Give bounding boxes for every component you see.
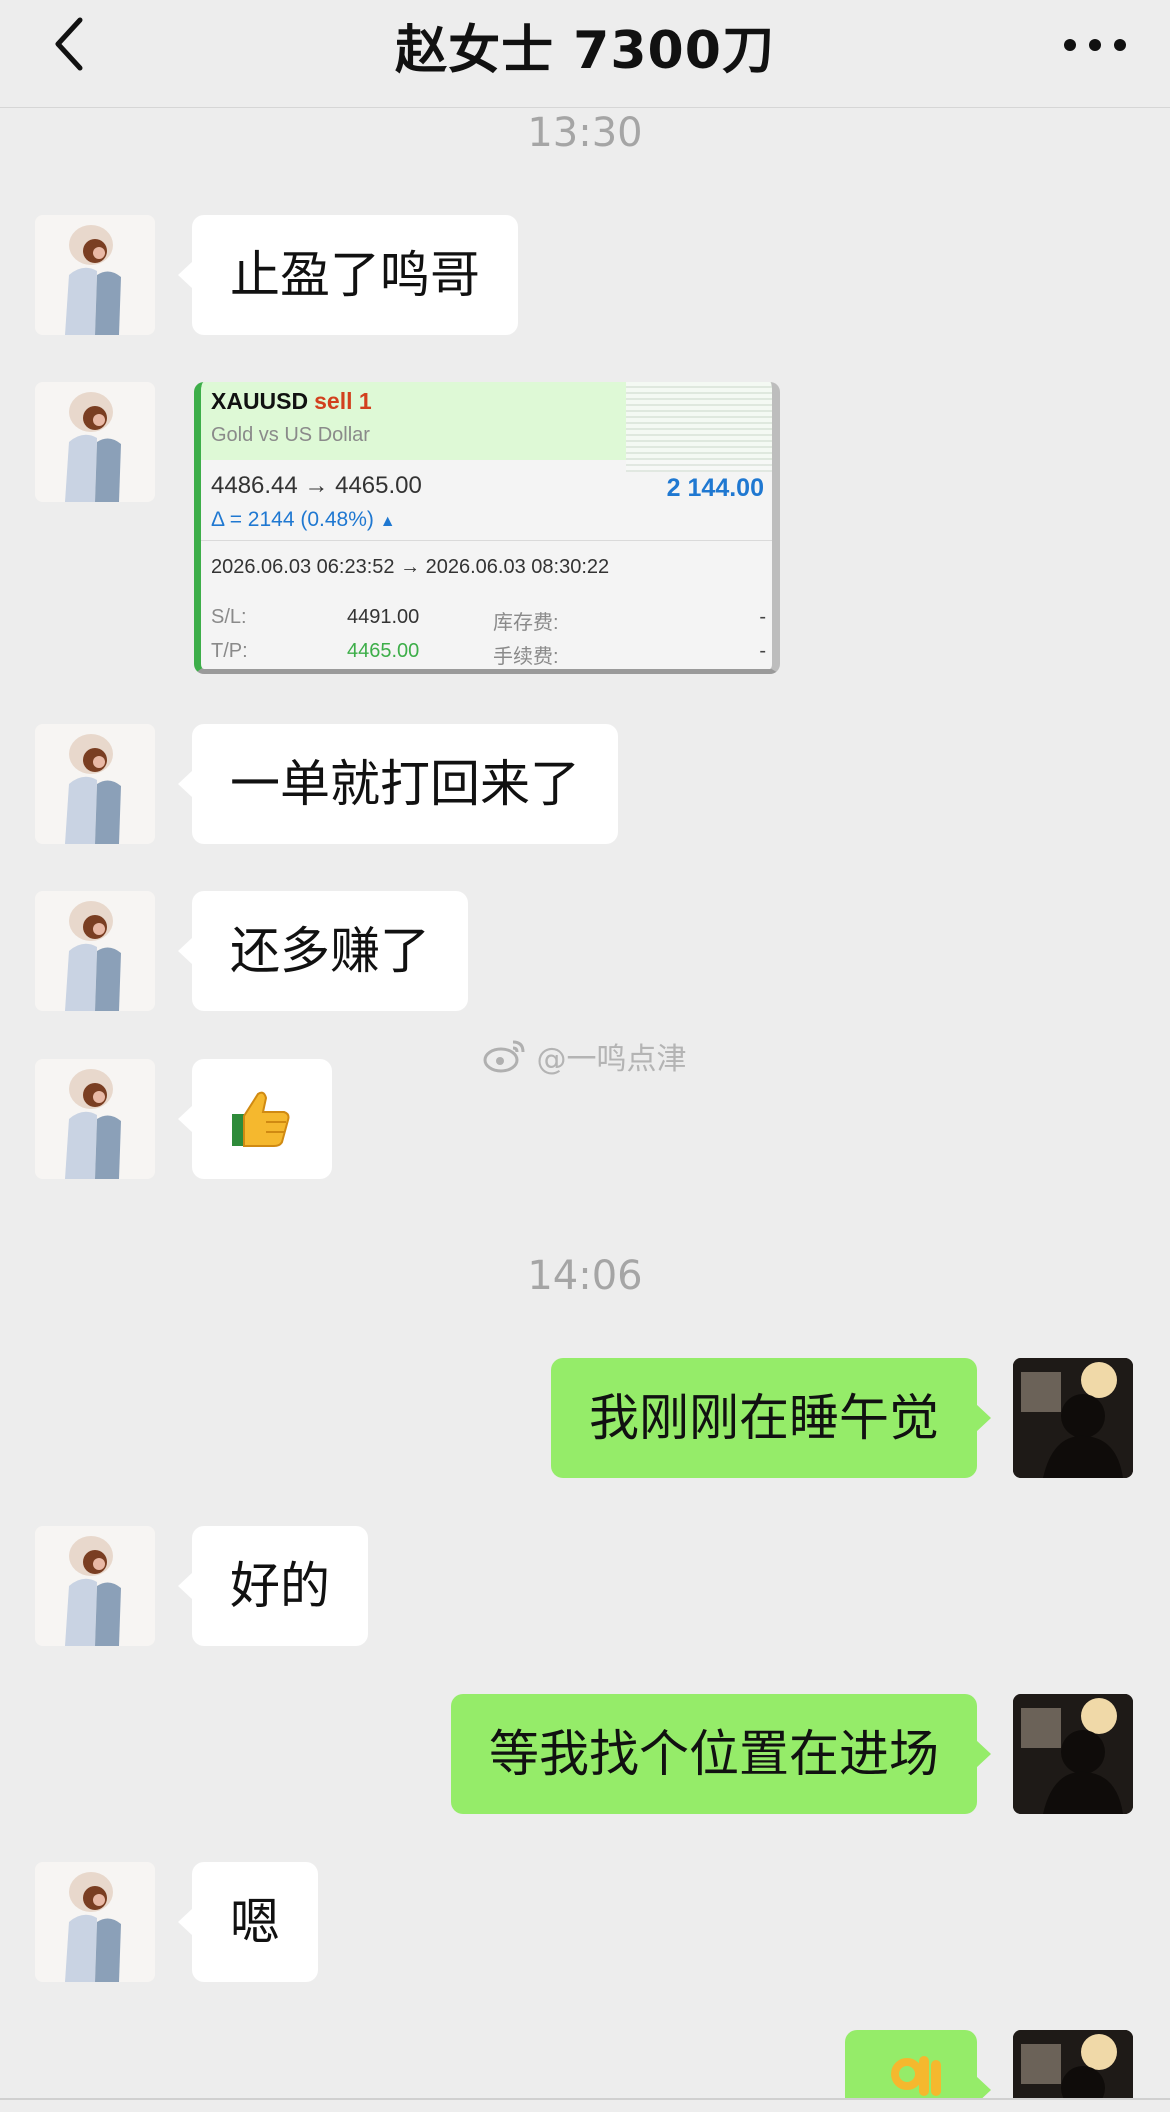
divider [201, 540, 772, 541]
trade-description: Gold vs US Dollar [211, 424, 370, 446]
message-row [0, 2030, 1170, 2098]
swap-value: - [759, 606, 766, 628]
user-avatar[interactable] [1013, 1358, 1133, 1478]
chat-title: 赵女士 7300刀 [395, 21, 775, 81]
person-avatar-icon [1013, 1694, 1133, 1814]
girl-avatar-icon [35, 891, 155, 1011]
message-bubble[interactable]: 等我找个位置在进场 [451, 1694, 991, 1814]
swap-label: 库存费: [493, 612, 559, 634]
contact-avatar[interactable] [35, 382, 155, 502]
timestamp: 13:30 [527, 110, 643, 156]
girl-avatar-icon [35, 1526, 155, 1646]
sl-value: 4491.00 [347, 606, 420, 628]
more-options-icon[interactable] [1060, 30, 1130, 60]
timestamp: 14:06 [527, 1253, 643, 1299]
contact-avatar[interactable] [35, 1526, 155, 1646]
sl-label: S/L: [211, 606, 247, 628]
trade-profit: 2 144.00 [666, 474, 764, 502]
message-bubble[interactable]: 一单就打回来了 [178, 724, 618, 844]
trade-symbol: XAUUSD sell 1 [211, 388, 372, 415]
trade-screenshot-image[interactable]: XAUUSD sell 1 Gold vs US Dollar 4486.44 →… [194, 382, 780, 674]
trade-time-range: 2026.06.03 06:23:52 → 2026.06.03 08:30:2… [211, 556, 610, 578]
trade-action: sell 1 [314, 388, 372, 414]
contact-avatar[interactable] [35, 1862, 155, 1982]
trade-delta: Δ = 2144 (0.48%) ▲ [211, 508, 396, 532]
girl-avatar-icon [35, 1862, 155, 1982]
trade-prices: 4486.44 → 4465.00 [211, 472, 422, 499]
girl-avatar-icon [35, 215, 155, 335]
weibo-icon [483, 1040, 525, 1073]
girl-avatar-icon [35, 382, 155, 502]
chevron-up-icon: ▲ [379, 513, 396, 530]
emoji-bubble[interactable] [178, 1059, 332, 1179]
blurred-region [626, 382, 772, 472]
contact-avatar[interactable] [35, 891, 155, 1011]
message-bubble[interactable]: 止盈了鸣哥 [178, 215, 518, 335]
chat-header: 赵女士 7300刀 [0, 0, 1170, 108]
emoji-bubble[interactable] [845, 2030, 991, 2098]
girl-avatar-icon [35, 724, 155, 844]
message-bubble[interactable]: 嗯 [178, 1862, 318, 1982]
message-bubble[interactable]: 好的 [178, 1526, 368, 1646]
input-bar-divider [0, 2098, 1170, 2100]
user-avatar[interactable] [1013, 1694, 1133, 1814]
message-bubble[interactable]: 还多赚了 [178, 891, 468, 1011]
symbol-text: XAUUSD [211, 388, 309, 414]
contact-avatar[interactable] [35, 724, 155, 844]
person-avatar-icon [1013, 1358, 1133, 1478]
weibo-watermark: @一鸣点津 [483, 1034, 687, 1078]
user-avatar[interactable] [1013, 2030, 1133, 2098]
contact-avatar[interactable] [35, 215, 155, 335]
person-avatar-icon [1013, 2030, 1133, 2098]
watermark-text: @一鸣点津 [536, 1042, 687, 1077]
commission-value: - [759, 640, 766, 662]
tp-label: T/P: [211, 640, 248, 662]
message-bubble[interactable]: 我刚刚在睡午觉 [551, 1358, 991, 1478]
contact-avatar[interactable] [35, 1059, 155, 1179]
ok-hand-icon [891, 2056, 941, 2096]
commission-label: 手续费: [493, 646, 559, 668]
girl-avatar-icon [35, 1059, 155, 1179]
tp-value: 4465.00 [347, 640, 420, 662]
thumbs-up-icon [232, 1091, 290, 1147]
delta-text: Δ = 2144 (0.48%) [211, 508, 374, 531]
